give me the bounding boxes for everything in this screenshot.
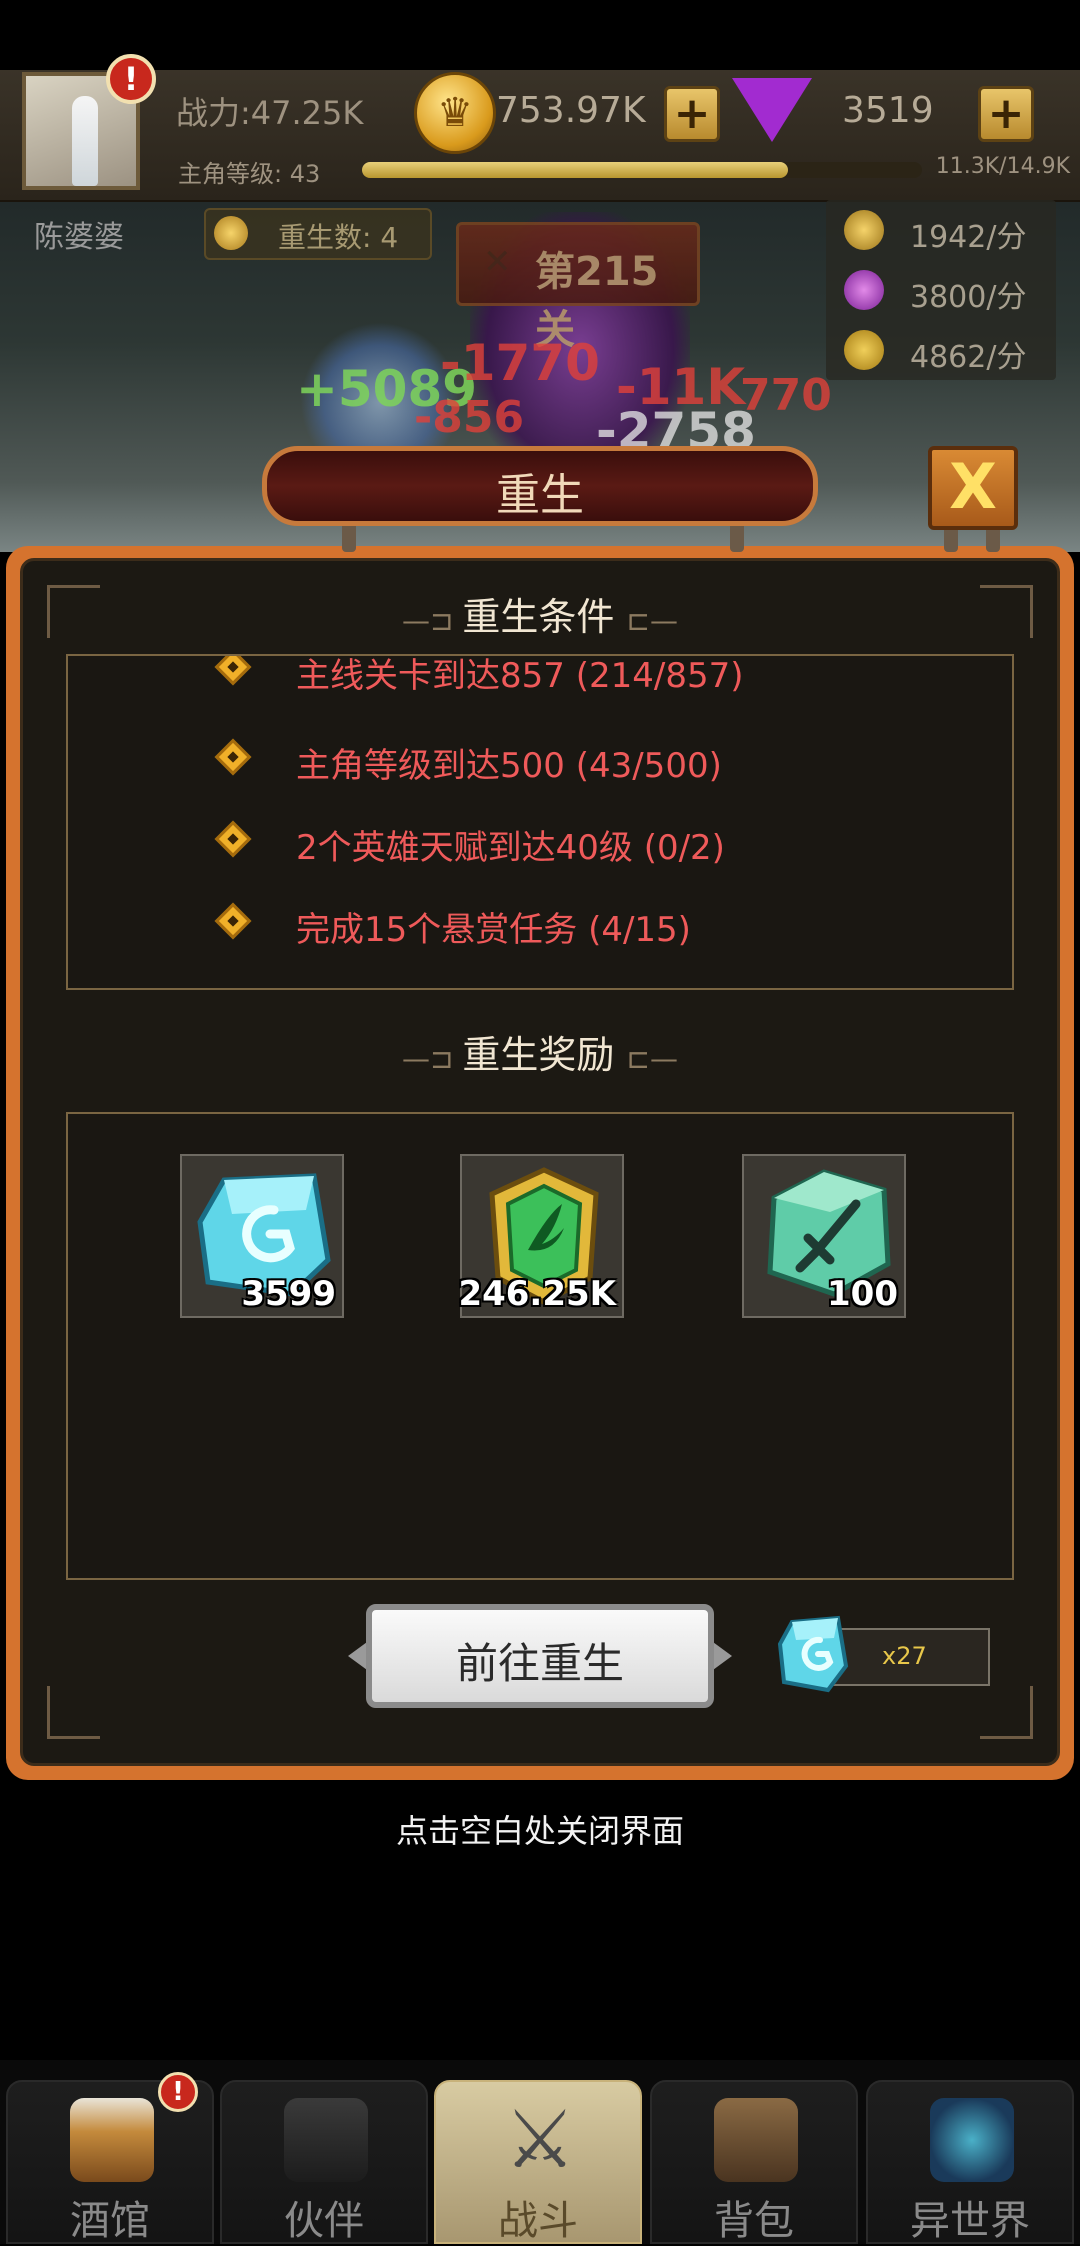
condition-text: 完成15个悬赏任务 (4/15) [296,910,691,950]
condition-text: 主线关卡到达857 (214/857) [296,656,744,696]
damage-number: -1770 [440,334,600,392]
panel-title: 重生 [496,470,584,521]
nav-label: 背包 [714,2198,794,2244]
rebirth-gear-icon [214,216,248,250]
beer-mug-icon [70,2098,154,2182]
reward-amount: 246.25K [458,1274,616,1314]
xp-text: 11.3K/14.9K [935,154,1070,179]
add-gold-button[interactable]: + [664,86,720,142]
damage-number: 770 [740,370,832,421]
conditions-heading: —⊐ 重生条件 ⊏— [0,586,1080,641]
hero-portrait [72,96,98,186]
diamond-bullet-icon [214,902,252,940]
diamond-bullet-icon [214,656,252,686]
crossed-swords-icon: ✕ [483,242,512,282]
reward-slot[interactable]: 246.25K [458,1154,624,1318]
nav-tab-partners[interactable]: 伙伴 [220,2080,428,2244]
nav-tab-backpack[interactable]: 背包 [650,2080,858,2244]
reward-slot[interactable]: 100 [742,1154,906,1318]
alert-badge-icon: ! [106,54,156,104]
close-button[interactable]: X [928,446,1018,530]
condition-text: 主角等级到达500 (43/500) [296,746,722,786]
stage-badge[interactable]: ✕ 第215关 [456,222,700,353]
panel-corner-ornament [980,1686,1033,1739]
go-rebirth-button[interactable]: 前往重生 [366,1604,714,1708]
fire-rate: 4862/分 [910,340,1027,375]
condition-item: 2个英雄天赋到达40级 (0/2) [214,820,725,869]
rebirth-cost-amount: x27 [882,1642,927,1670]
heading-ornament-right: ⊏— [626,1042,678,1075]
rebirth-count-badge: 重生数: 4 [204,208,432,260]
rebirth-cost-box: x27 [826,1628,990,1686]
condition-item: 主角等级到达500 (43/500) [214,738,722,787]
status-bar [0,0,1080,70]
rewards-title: 重生奖励 [462,1033,615,1077]
backpack-icon [714,2098,798,2182]
xp-rate: 3800/分 [910,280,1027,315]
hero-level-label: 主角等级: 43 [178,160,321,188]
nav-tab-battle[interactable]: ⚔ 战斗 [434,2080,642,2244]
income-rates-panel: 1942/分 3800/分 4862/分 [826,200,1056,380]
heading-ornament-left: —⊐ [402,1042,463,1075]
nav-label: 伙伴 [284,2198,364,2244]
condition-item: 完成15个悬赏任务 (4/15) [214,902,691,951]
portal-icon [930,2098,1014,2182]
alert-badge-icon: ! [158,2072,198,2112]
heading-ornament-right: ⊏— [626,604,678,637]
rebirth-count-text: 重生数: 4 [278,221,399,254]
combat-power: 战力:47.25K [176,94,364,132]
partner-silhouette-icon [284,2098,368,2182]
add-gem-button[interactable]: + [978,86,1034,142]
panel-title-plate: 重生 [262,446,818,526]
reward-amount: 3599 [241,1274,336,1314]
heading-ornament-left: —⊐ [402,604,463,637]
panel-corner-ornament [47,1686,100,1739]
diamond-bullet-icon [214,820,252,858]
gem-amount: 3519 [842,90,934,131]
close-hint[interactable]: 点击空白处关闭界面 [0,1806,1080,1852]
rewards-heading: —⊐ 重生奖励 ⊏— [0,1024,1080,1079]
level-progress-fill [362,162,788,178]
crossed-swords-icon: ⚔ [504,2093,576,2186]
gold-rate: 1942/分 [910,220,1027,255]
nav-label: 异世界 [910,2198,1030,2244]
fire-rate-icon [844,330,884,370]
hero-name: 陈婆婆 [34,220,124,255]
reward-slot[interactable]: 3599 [180,1154,344,1318]
nav-label: 酒馆 [70,2198,150,2244]
gold-amount: 753.97K [496,90,646,131]
nav-tab-tavern[interactable]: ! 酒馆 [6,2072,214,2244]
level-progress-bar [362,162,922,178]
rune-stone-icon [777,1615,849,1693]
conditions-list[interactable]: 主线关卡到达857 (214/857) 主角等级到达500 (43/500) 2… [66,654,1014,990]
condition-item: 主线关卡到达857 (214/857) [214,656,744,697]
conditions-title: 重生条件 [462,595,615,639]
gold-coin-icon: ♛ [414,72,496,154]
condition-text: 2个英雄天赋到达40级 (0/2) [296,828,725,868]
gold-rate-icon [844,210,884,250]
nav-label: 战斗 [498,2198,578,2244]
go-rebirth-label: 前往重生 [455,1639,624,1688]
xp-rate-icon [844,270,884,310]
nav-tab-otherworld[interactable]: 异世界 [866,2080,1074,2244]
reward-amount: 100 [827,1274,898,1314]
gem-icon [732,78,812,142]
damage-number: -856 [414,392,525,443]
diamond-bullet-icon [214,738,252,776]
